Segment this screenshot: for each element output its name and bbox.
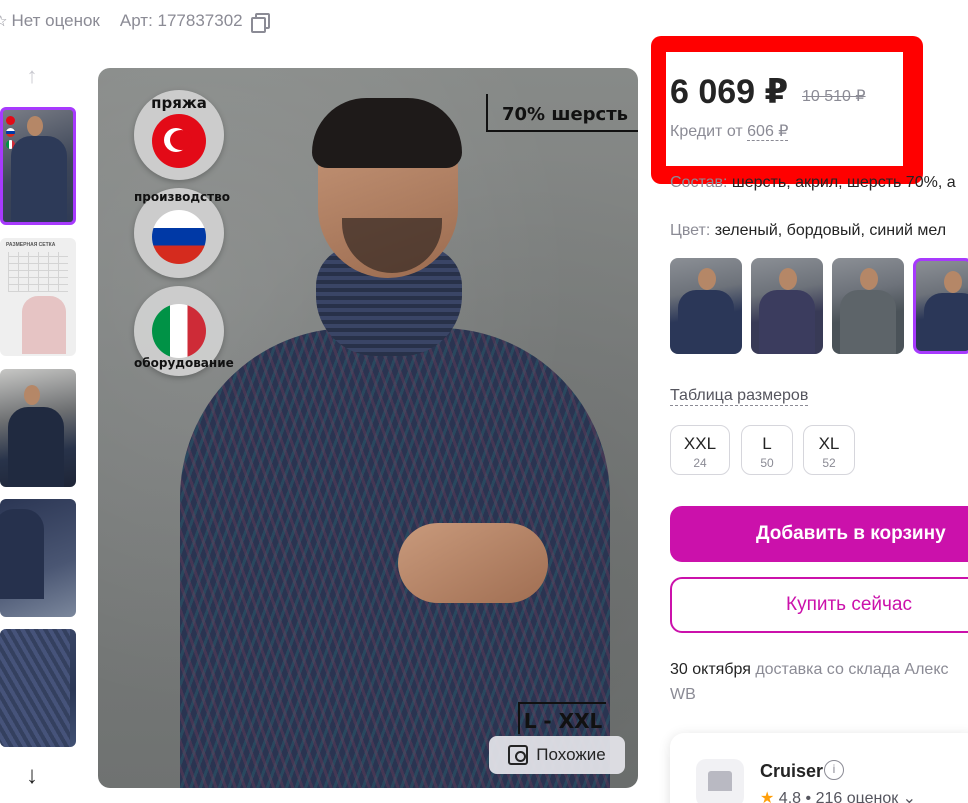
credit-offer[interactable]: Кредит от 606 ₽ — [670, 121, 789, 141]
credit-amount[interactable]: 606 ₽ — [747, 123, 789, 141]
swatch-face — [860, 268, 878, 290]
thumbnail-5[interactable] — [0, 629, 76, 747]
russia-flag-icon — [6, 128, 15, 137]
delivery-date: 30 октября — [670, 661, 751, 678]
thumbnail-image — [0, 509, 44, 599]
color-key: Цвет: — [670, 222, 711, 239]
old-price: 10 510 ₽ — [802, 88, 866, 105]
wool-percent-label: 70% шерсть — [486, 94, 638, 132]
size-label: XXL — [683, 434, 717, 453]
size-table-link[interactable]: Таблица размеров — [670, 387, 809, 406]
color-line: Цвет: зеленый, бордовый, синий мел — [670, 222, 968, 240]
swatch-sweater — [840, 290, 896, 354]
model-hair — [312, 98, 462, 168]
size-label: L — [762, 434, 772, 453]
similar-button[interactable]: Похожие — [489, 736, 625, 774]
thumbnail-4[interactable] — [0, 499, 76, 617]
similar-button-label: Похожие — [536, 745, 606, 764]
size-option-xxl[interactable]: XXL 24 — [670, 425, 730, 475]
swatch-sweater — [759, 290, 815, 354]
thumbnail-3[interactable] — [0, 369, 76, 487]
swatch-sweater — [924, 293, 968, 351]
composition-line: Состав: шерсть, акрил, шерсть 70%, а — [670, 174, 968, 192]
thumbnail-2-size-chart[interactable]: РАЗМЕРНАЯ СЕТКА — [0, 238, 76, 356]
size-ru: 50 — [760, 456, 774, 470]
color-swatch-4-selected[interactable] — [913, 258, 968, 354]
swatch-face — [698, 268, 716, 290]
badge-label: пряжа — [151, 94, 207, 112]
size-range-label: L - XXL — [518, 702, 606, 734]
similar-search-icon — [508, 745, 529, 765]
color-swatch-1[interactable] — [670, 258, 742, 354]
store-icon — [696, 759, 744, 803]
star-icon: ☆ — [0, 13, 8, 30]
swatch-face — [944, 271, 962, 293]
chevron-down-icon[interactable]: ⌄ — [903, 790, 916, 803]
size-label: XL — [818, 434, 840, 453]
seller-rating: ★ 4.8 • 216 оценок ⌄ — [760, 788, 916, 803]
badge-label: производство — [134, 190, 230, 204]
star-icon: ★ — [760, 790, 775, 803]
size-ru: 52 — [822, 456, 836, 470]
rating-text[interactable]: Нет оценок — [11, 11, 99, 31]
badge-label: оборудование — [134, 356, 234, 370]
color-swatch-2[interactable] — [751, 258, 823, 354]
product-meta-bar: ☆ Нет оценок Арт: 177837302 — [0, 8, 270, 34]
credit-prefix: Кредит от — [670, 123, 743, 140]
composition-key: Состав: — [670, 174, 728, 191]
thumbnail-image — [11, 136, 67, 222]
article-number: Арт: 177837302 — [119, 11, 243, 30]
thumbnail-image — [8, 407, 64, 487]
seller-name[interactable]: Cruiser — [760, 761, 823, 782]
russia-flag-icon — [152, 210, 206, 264]
add-to-cart-button[interactable]: Добавить в корзину — [670, 506, 968, 562]
size-option-xl[interactable]: XL 52 — [803, 425, 855, 475]
thumbnail-image — [0, 629, 70, 747]
swatch-face — [779, 268, 797, 290]
color-value: зеленый, бордовый, синий мел — [714, 222, 947, 239]
seller-rating-value: 4.8 — [778, 790, 802, 803]
model-hands — [398, 523, 548, 603]
separator-dot: • — [805, 790, 812, 803]
size-chart-label: РАЗМЕРНАЯ СЕТКА — [6, 242, 56, 248]
color-swatch-3[interactable] — [832, 258, 904, 354]
thumbnail-column: ↑ РАЗМЕРНАЯ СЕТКА ↓ — [0, 58, 80, 803]
thumbnail-1[interactable] — [0, 107, 76, 225]
production-origin-badge: производство — [134, 188, 230, 278]
size-option-l[interactable]: L 50 — [741, 425, 793, 475]
seller-card[interactable]: Cruiser i ★ 4.8 • 216 оценок ⌄ — [670, 733, 968, 803]
seller-reviews[interactable]: 216 оценок — [816, 790, 899, 803]
swatch-sweater — [678, 290, 734, 354]
arrow-down-icon[interactable]: ↓ — [20, 764, 44, 788]
yarn-origin-badge: пряжа — [134, 90, 224, 180]
thumbnail-face — [27, 116, 43, 136]
size-ru: 24 — [693, 456, 707, 470]
size-chart-figure — [22, 296, 66, 354]
current-price: 6 069 ₽ — [670, 73, 789, 111]
buy-now-button[interactable]: Купить сейчас — [670, 577, 968, 633]
size-chart-grid — [8, 252, 68, 292]
thumbnail-face — [24, 385, 40, 405]
composition-value: шерсть, акрил, шерсть 70%, а — [731, 174, 956, 191]
turkey-flag-icon — [152, 114, 206, 168]
arrow-up-icon[interactable]: ↑ — [20, 64, 44, 88]
info-icon[interactable]: i — [824, 760, 844, 780]
main-product-image[interactable]: пряжа производство оборудование 70% шерс… — [98, 68, 638, 788]
delivery-info: 30 октября доставка со склада Алекс WB — [670, 657, 968, 707]
turkey-flag-icon — [6, 116, 15, 125]
equipment-origin-badge: оборудование — [134, 286, 234, 376]
copy-icon[interactable] — [250, 13, 270, 33]
italy-flag-icon — [152, 304, 206, 358]
